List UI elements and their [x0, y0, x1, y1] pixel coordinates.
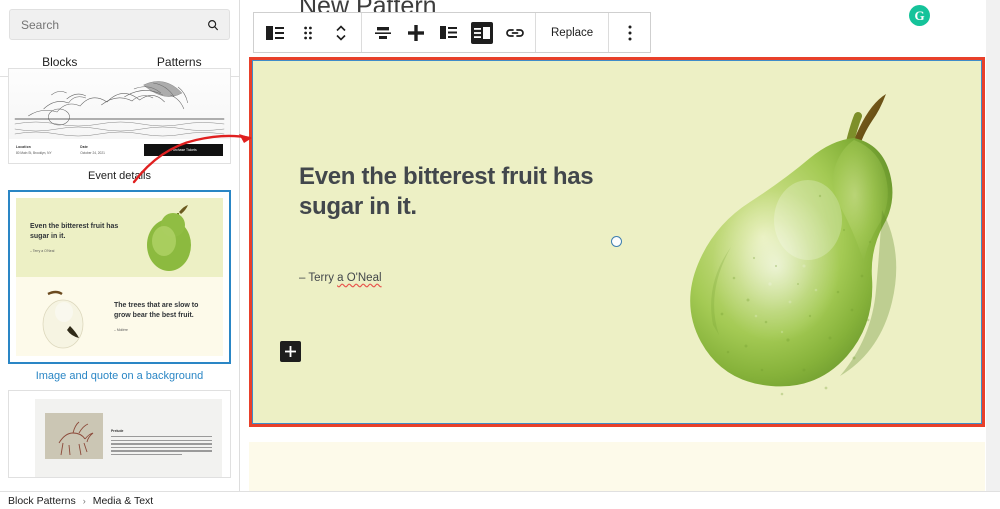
chevron-up-down-glyph [330, 22, 352, 44]
event-meta-row: Location 80 Main St, Brooklyn, NY Date O… [9, 139, 230, 156]
toolbar-group-block [254, 13, 361, 52]
three-dots-vertical-glyph [619, 22, 641, 44]
plus-icon [285, 346, 296, 357]
date-key: Date [80, 145, 88, 149]
selected-media-text-block[interactable]: Even the bitterest fruit has sugar in it… [249, 57, 985, 427]
thumb-pear-image [133, 203, 209, 273]
block-toolbar[interactable]: Replace [253, 12, 652, 53]
media-on-right-icon[interactable] [465, 13, 498, 52]
drag-handle-icon[interactable] [291, 13, 324, 52]
pattern-label: Image and quote on a background [35, 370, 204, 382]
breadcrumb-item-media-text[interactable]: Media & Text [93, 495, 154, 507]
pattern-card-event-details[interactable]: Location 80 Main St, Brooklyn, NY Date O… [8, 68, 231, 184]
canvas-scrollbar[interactable] [986, 0, 1000, 491]
breadcrumb: Block Patterns › Media & Text [0, 491, 1000, 509]
vertical-align-center-glyph [372, 22, 394, 44]
tab-patterns-label: Patterns [156, 54, 202, 69]
pattern-card-image-and-quote[interactable]: Even the bitterest fruit has sugar in it… [8, 190, 231, 384]
media-text-column: Prelude [111, 413, 212, 463]
media-text-heading: Prelude [111, 429, 124, 433]
pattern-card-media-text[interactable]: Prelude [8, 390, 231, 478]
attribution-misspelled-text: a O'Neal [337, 272, 382, 284]
thumb-quote-text: The trees that are slow to grow bear the… [114, 302, 199, 319]
pattern-thumbnail[interactable]: Location 80 Main St, Brooklyn, NY Date O… [8, 68, 231, 164]
vertical-stretch-glyph [405, 22, 427, 44]
grammarly-badge-icon[interactable]: G [909, 5, 930, 26]
link-icon[interactable] [498, 13, 531, 52]
pattern-thumbnail[interactable]: Prelude [8, 390, 231, 478]
align-vertical-stretch-icon[interactable] [399, 13, 432, 52]
media-text-body-lines [111, 436, 212, 456]
move-up-down-icon[interactable] [324, 13, 357, 52]
thumb-row-green: Even the bitterest fruit has sugar in it… [16, 198, 223, 277]
location-key: Location [16, 145, 31, 149]
six-dots-glyph [297, 22, 319, 44]
breadcrumb-separator: › [82, 495, 86, 506]
next-block-cream[interactable] [249, 442, 985, 491]
search-icon[interactable] [206, 18, 220, 32]
toolbar-group-replace: Replace [536, 13, 608, 52]
toolbar-group-options [609, 13, 650, 52]
date-value: October 24, 2021 [80, 151, 105, 155]
antelope-sketch-image [45, 413, 103, 459]
patterns-sidebar: Blocks Patterns [0, 0, 240, 491]
media-left-glyph [438, 22, 460, 44]
location-value: 80 Main St, Brooklyn, NY [16, 151, 52, 155]
align-vertical-center-icon[interactable] [366, 13, 399, 52]
event-date: Date October 24, 2021 [80, 145, 134, 155]
block-quote-attribution[interactable]: – Terry a O'Neal [299, 272, 382, 284]
tab-blocks-label: Blocks [42, 54, 78, 69]
block-quote-heading[interactable]: Even the bitterest fruit has sugar in it… [299, 162, 599, 222]
event-location: Location 80 Main St, Brooklyn, NY [16, 145, 70, 155]
block-type-media-text-icon[interactable] [258, 13, 291, 52]
thumb-pear-cross-section [30, 282, 106, 352]
media-text-layout: Prelude [35, 399, 222, 477]
purchase-tickets-button[interactable]: Purchase Tickets [144, 144, 224, 156]
search-field-wrapper[interactable] [9, 9, 230, 40]
breadcrumb-item-block-patterns[interactable]: Block Patterns [8, 495, 76, 507]
media-right-glyph [470, 21, 493, 44]
thumb-quote-text: Even the bitterest fruit has sugar in it… [30, 223, 119, 240]
editor-canvas[interactable]: New Pattern Replace Even the bitterest f… [241, 0, 986, 491]
attribution-prefix: – Terry [299, 272, 338, 284]
media-text-glyph [264, 22, 286, 44]
pattern-label: Event details [88, 170, 151, 182]
more-options-icon[interactable] [613, 13, 646, 52]
column-resize-handle[interactable] [611, 236, 622, 247]
thumb-quote-attribution: – Molière [114, 327, 128, 332]
block-appender-button[interactable] [280, 341, 301, 362]
toolbar-group-alignment [362, 13, 535, 52]
search-input[interactable] [19, 10, 206, 39]
pear-illustration[interactable] [658, 70, 968, 415]
thumb-quote-attribution: – Terry a O'Neal [30, 248, 55, 253]
chain-link-glyph [504, 22, 526, 44]
pattern-thumbnail[interactable]: Even the bitterest fruit has sugar in it… [8, 190, 231, 364]
thumb-row-cream: The trees that are slow to grow bear the… [16, 277, 223, 356]
pattern-list[interactable]: Location 80 Main St, Brooklyn, NY Date O… [0, 68, 239, 491]
sketch-illustration [9, 69, 230, 139]
replace-button[interactable]: Replace [540, 13, 604, 52]
media-on-left-icon[interactable] [432, 13, 465, 52]
